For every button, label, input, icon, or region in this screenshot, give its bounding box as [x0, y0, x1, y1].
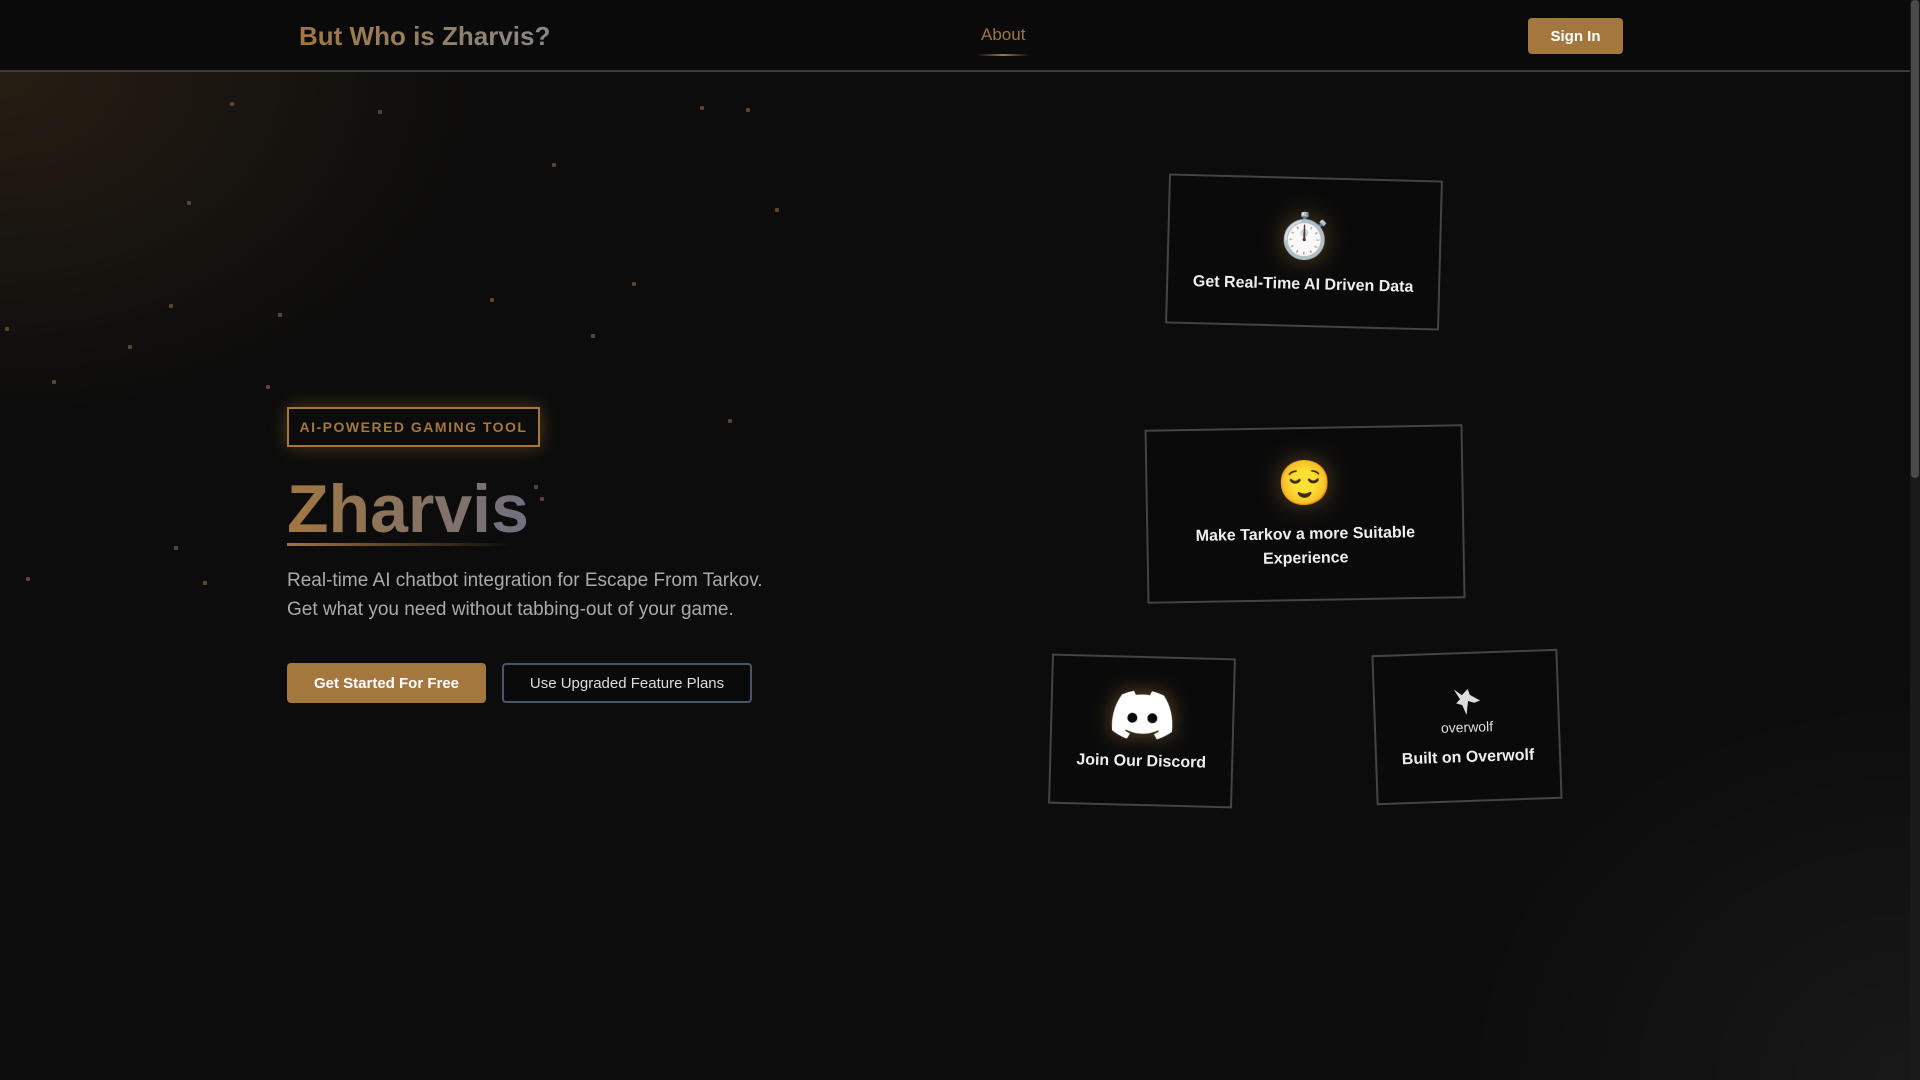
nav-about-link[interactable]: About	[976, 25, 1030, 56]
overwolf-card[interactable]: overwolf Built on Overwolf	[1371, 648, 1563, 806]
discord-icon	[1111, 690, 1173, 740]
scrollbar[interactable]	[1910, 0, 1920, 1080]
top-nav: But Who is Zharvis? About Sign In	[0, 0, 1910, 72]
hero-title: Zharvis	[287, 471, 529, 547]
feature-card-realtime[interactable]: ⏱️ Get Real-Time AI Driven Data	[1165, 173, 1443, 331]
desc-line-1: Real-time AI chatbot integration for Esc…	[287, 570, 763, 591]
card-label: Make Tarkov a more Suitable Experience	[1195, 524, 1416, 568]
discord-card[interactable]: Join Our Discord	[1048, 653, 1236, 809]
site-title[interactable]: But Who is Zharvis?	[299, 21, 550, 52]
feature-card-experience[interactable]: 😌 Make Tarkov a more Suitable Experience	[1144, 424, 1466, 604]
overwolf-icon: overwolf	[1440, 686, 1493, 736]
card-label: Join Our Discord	[1076, 751, 1207, 772]
hero-badge: AI-POWERED GAMING TOOL	[287, 407, 540, 447]
desc-line-2: Get what you need without tabbing-out of…	[287, 599, 734, 620]
stopwatch-icon: ⏱️	[1276, 211, 1333, 262]
relieved-face-icon: 😌	[1276, 458, 1333, 509]
card-label: Built on Overwolf	[1401, 746, 1535, 769]
sign-in-button[interactable]: Sign In	[1528, 18, 1623, 54]
scrollbar-thumb[interactable]	[1911, 0, 1919, 478]
card-label: Get Real-Time AI Driven Data	[1192, 273, 1414, 296]
hero-description: Real-time AI chatbot integration for Esc…	[287, 566, 763, 624]
title-underline	[287, 543, 512, 546]
get-started-button[interactable]: Get Started For Free	[287, 663, 486, 703]
upgraded-plans-button[interactable]: Use Upgraded Feature Plans	[502, 663, 752, 703]
